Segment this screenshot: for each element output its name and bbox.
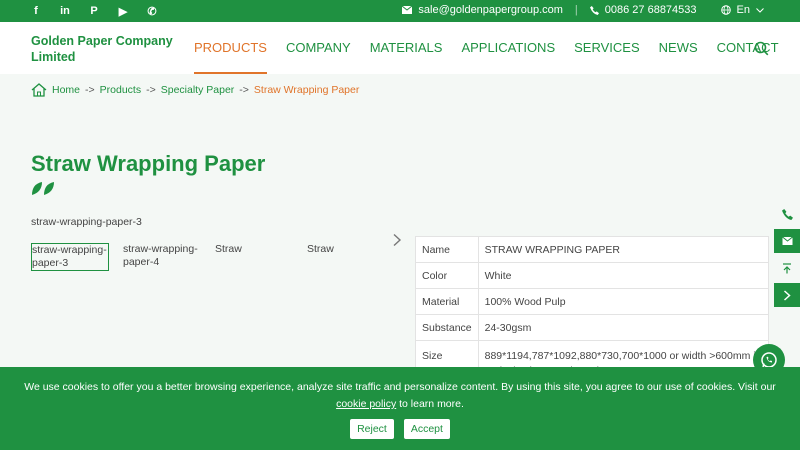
pinterest-icon[interactable]: P (86, 3, 102, 19)
whatsapp-icon[interactable]: ✆ (144, 3, 160, 19)
accept-button[interactable]: Accept (403, 419, 450, 439)
page-title: Straw Wrapping Paper (31, 151, 266, 176)
chevron-right-icon[interactable] (391, 233, 403, 247)
nav-products[interactable]: PRODUCTS (194, 22, 267, 74)
cookie-message: We use cookies to offer you a better bro… (24, 381, 776, 393)
contact-info: sale@goldenpapergroup.com | 0086 27 6887… (402, 4, 764, 16)
email-link[interactable]: sale@goldenpapergroup.com (418, 4, 562, 16)
nav-news[interactable]: NEWS (659, 22, 698, 74)
main-image-label: straw-wrapping-paper-3 (31, 216, 142, 228)
cookie-buttons: Reject Accept (0, 419, 800, 439)
linkedin-icon[interactable]: in (57, 3, 73, 19)
nav-services[interactable]: SERVICES (574, 22, 640, 74)
breadcrumb-arrow: -> (146, 84, 156, 96)
breadcrumb-arrow: -> (239, 84, 249, 96)
arrow-up-icon (783, 262, 791, 273)
spec-label: Name (415, 236, 479, 263)
thumbnail-item[interactable]: Straw (307, 243, 385, 271)
globe-icon (720, 5, 731, 15)
breadcrumb-arrow: -> (85, 84, 95, 96)
cookie-message-end: to learn more. (399, 398, 464, 410)
phone-icon (589, 5, 599, 15)
nav-company[interactable]: COMPANY (286, 22, 351, 74)
main-nav: PRODUCTS COMPANY MATERIALS APPLICATIONS … (194, 22, 798, 74)
breadcrumb-products[interactable]: Products (100, 84, 141, 96)
youtube-icon[interactable]: ▶ (115, 3, 131, 19)
thumbnail-item[interactable]: Straw (215, 243, 293, 271)
spec-label: Substance (415, 314, 479, 341)
thumbnail-strip: straw-wrapping-paper-3 straw-wrapping-pa… (31, 243, 399, 271)
cookie-text: We use cookies to offer you a better bro… (0, 379, 800, 413)
reject-button[interactable]: Reject (350, 419, 394, 439)
site-header: Golden Paper Company Limited PRODUCTS CO… (0, 22, 800, 74)
breadcrumb-specialty-paper[interactable]: Specialty Paper (161, 84, 235, 96)
nav-contact[interactable]: CONTACT (717, 22, 779, 74)
mail-icon (402, 6, 413, 14)
spec-value: 100% Wood Pulp (477, 288, 770, 315)
table-row: Color White (415, 262, 770, 289)
spec-label: Color (415, 262, 479, 289)
cookie-policy-link[interactable]: cookie policy (336, 398, 396, 410)
table-row: Name STRAW WRAPPING PAPER (415, 236, 770, 263)
company-logo[interactable]: Golden Paper Company Limited (31, 33, 181, 65)
contact-separator: | (574, 4, 578, 16)
chevron-down-icon (756, 7, 764, 13)
spec-label: Material (415, 288, 479, 315)
leaf-icon (32, 182, 54, 195)
breadcrumb-current: Straw Wrapping Paper (253, 84, 360, 96)
side-email-button[interactable] (774, 229, 800, 253)
side-phone-button[interactable] (774, 202, 800, 226)
language-selector[interactable]: En (737, 4, 750, 16)
search-icon[interactable] (754, 41, 769, 56)
phone-icon (781, 208, 793, 220)
back-to-top-button[interactable] (774, 256, 800, 280)
nav-applications[interactable]: APPLICATIONS (461, 22, 555, 74)
home-icon[interactable] (31, 83, 47, 97)
top-bar: f in P ▶ ✆ sale@goldenpapergroup.com | 0… (0, 0, 800, 22)
mail-icon (781, 237, 793, 245)
cookie-banner: We use cookies to offer you a better bro… (0, 367, 800, 450)
thumbnail-item[interactable]: straw-wrapping-paper-3 (31, 243, 109, 271)
chevron-right-icon (783, 289, 791, 301)
side-expand-button[interactable] (774, 283, 800, 307)
table-row: Material 100% Wood Pulp (415, 288, 770, 315)
facebook-icon[interactable]: f (28, 3, 44, 19)
table-row: Substance 24-30gsm (415, 314, 770, 341)
spec-table: Name STRAW WRAPPING PAPER Color White Mate… (415, 236, 770, 385)
breadcrumb-home[interactable]: Home (52, 84, 80, 96)
thumbnail-item[interactable]: straw-wrapping-paper-4 (123, 243, 201, 271)
spec-value: White (477, 262, 770, 289)
spec-value: 24-30gsm (477, 314, 770, 341)
social-links: f in P ▶ ✆ (28, 3, 160, 19)
nav-materials[interactable]: MATERIALS (370, 22, 443, 74)
side-float-buttons (774, 202, 800, 310)
breadcrumb: Home -> Products -> Specialty Paper -> S… (31, 83, 359, 97)
spec-value: STRAW WRAPPING PAPER (477, 236, 770, 263)
phone-number[interactable]: 0086 27 68874533 (605, 4, 697, 16)
